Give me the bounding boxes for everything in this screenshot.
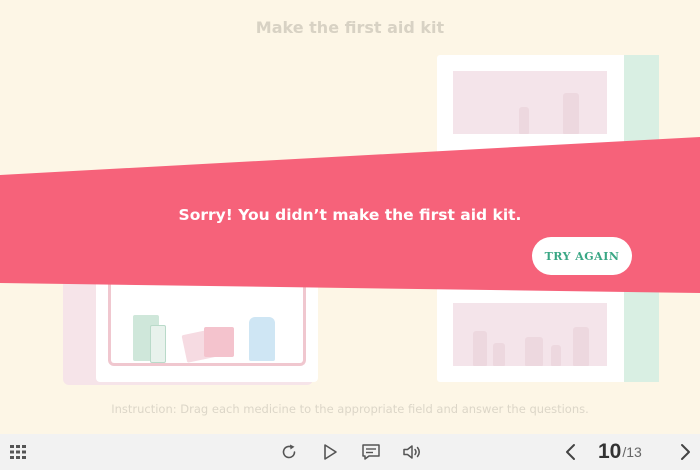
page-total: 13 bbox=[626, 444, 642, 460]
slide: Make the first aid kit Instruction: Drag… bbox=[0, 0, 700, 434]
play-icon[interactable] bbox=[319, 434, 341, 470]
page-counter: 10 / 13 bbox=[598, 434, 642, 470]
menu-grid-icon[interactable] bbox=[4, 434, 32, 470]
volume-icon[interactable] bbox=[400, 434, 424, 470]
feedback-message: Sorry! You didn’t make the first aid kit… bbox=[178, 206, 522, 224]
chevron-left-icon[interactable] bbox=[560, 434, 582, 470]
page-current: 10 bbox=[598, 440, 622, 463]
chevron-right-icon[interactable] bbox=[674, 434, 696, 470]
comment-icon[interactable] bbox=[359, 434, 383, 470]
try-again-button[interactable]: TRY AGAIN bbox=[532, 237, 632, 275]
player-bar: 10 / 13 bbox=[0, 434, 700, 470]
replay-icon[interactable] bbox=[277, 434, 301, 470]
